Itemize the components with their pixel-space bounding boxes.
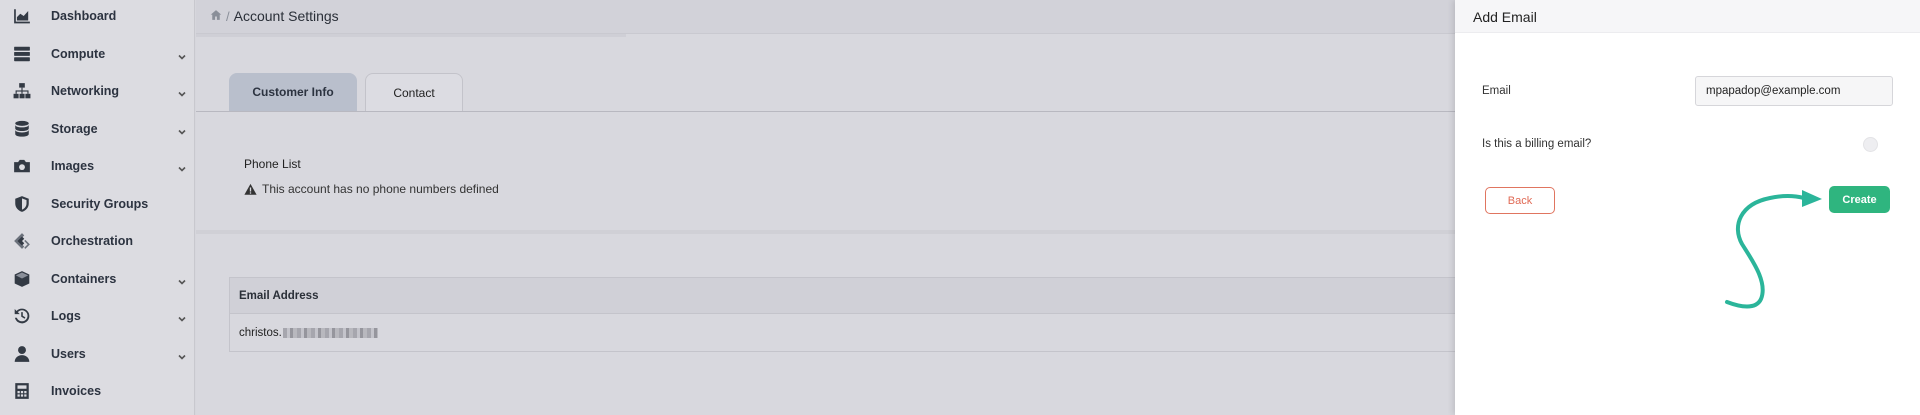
page-title: Account Settings <box>233 8 339 24</box>
network-icon <box>13 82 31 100</box>
sidebar-item-storage[interactable]: Storage <box>0 110 195 147</box>
sidebar-item-dashboard[interactable]: Dashboard <box>0 0 195 34</box>
back-button[interactable]: Back <box>1485 187 1555 214</box>
server-icon <box>13 45 31 63</box>
create-button[interactable]: Create <box>1829 186 1890 213</box>
billing-email-toggle[interactable] <box>1863 137 1878 152</box>
tab-contact[interactable]: Contact <box>365 73 463 112</box>
sidebar-item-label: Dashboard <box>51 8 117 23</box>
sidebar-item-networking[interactable]: Networking <box>0 72 195 109</box>
email-input[interactable] <box>1695 76 1893 106</box>
redacted-email <box>282 328 378 338</box>
add-email-panel: Add Email Email Is this a billing email?… <box>1455 0 1920 415</box>
main-content: / Account Settings Customer Info Contact… <box>196 0 1456 415</box>
user-icon <box>13 345 31 363</box>
orchestration-icon <box>13 232 31 250</box>
sidebar-item-label: Orchestration <box>51 233 133 248</box>
sidebar-item-label: Logs <box>51 308 81 323</box>
sidebar-item-label: Containers <box>51 271 117 286</box>
tab-customer-info[interactable]: Customer Info <box>229 73 357 111</box>
sidebar-item-label: Images <box>51 158 95 173</box>
database-icon <box>13 120 31 138</box>
chevron-down-icon <box>177 86 187 97</box>
calculator-icon <box>13 382 31 400</box>
chevron-down-icon <box>177 274 187 285</box>
tab-divider <box>196 111 1456 112</box>
section-divider <box>196 230 1456 234</box>
cube-icon <box>13 270 31 288</box>
panel-header: Add Email <box>1455 0 1920 33</box>
breadcrumb-separator: / <box>226 8 230 24</box>
sidebar-item-security-groups[interactable]: Security Groups <box>0 185 195 222</box>
email-table: Email Address christos. <box>229 277 1456 352</box>
phone-list-title: Phone List <box>244 157 301 171</box>
history-icon <box>13 307 31 325</box>
chevron-down-icon <box>177 349 187 360</box>
shield-icon <box>13 195 31 213</box>
chart-area-icon <box>13 7 31 25</box>
sidebar-item-compute[interactable]: Compute <box>0 35 195 72</box>
top-bar: / Account Settings <box>196 0 1456 34</box>
sidebar-item-label: Invoices <box>51 383 102 398</box>
sidebar-item-label: Security Groups <box>51 196 149 211</box>
email-label: Email <box>1482 85 1511 97</box>
home-icon[interactable] <box>210 8 222 24</box>
sidebar-item-containers[interactable]: Containers <box>0 260 195 297</box>
sidebar-item-label: Compute <box>51 46 106 61</box>
chevron-down-icon <box>177 124 187 135</box>
top-bar-shade <box>196 34 626 37</box>
sidebar-item-orchestration[interactable]: Orchestration <box>0 222 195 259</box>
sidebar-item-logs[interactable]: Logs <box>0 297 195 334</box>
chevron-down-icon <box>177 311 187 322</box>
phone-empty-text: This account has no phone numbers define… <box>262 182 499 196</box>
column-header-email: Email Address <box>239 290 319 302</box>
table-header: Email Address <box>230 278 1455 314</box>
breadcrumb: / Account Settings <box>210 8 339 24</box>
sidebar-item-invoices[interactable]: Invoices <box>0 372 195 409</box>
phone-empty-message: This account has no phone numbers define… <box>244 182 499 196</box>
sidebar: Dashboard Compute Networking Storage Ima… <box>0 0 195 415</box>
sidebar-item-label: Users <box>51 346 86 361</box>
chevron-down-icon <box>177 49 187 60</box>
camera-icon <box>13 157 31 175</box>
sidebar-item-label: Storage <box>51 121 98 136</box>
panel-title: Add Email <box>1473 9 1537 25</box>
warning-icon <box>244 183 257 195</box>
sidebar-item-images[interactable]: Images <box>0 147 195 184</box>
billing-email-label: Is this a billing email? <box>1482 138 1592 150</box>
sidebar-item-label: Networking <box>51 83 120 98</box>
chevron-down-icon <box>177 161 187 172</box>
email-address-text: christos. <box>239 327 282 339</box>
sidebar-item-users[interactable]: Users <box>0 335 195 372</box>
table-row[interactable]: christos. <box>239 327 378 339</box>
